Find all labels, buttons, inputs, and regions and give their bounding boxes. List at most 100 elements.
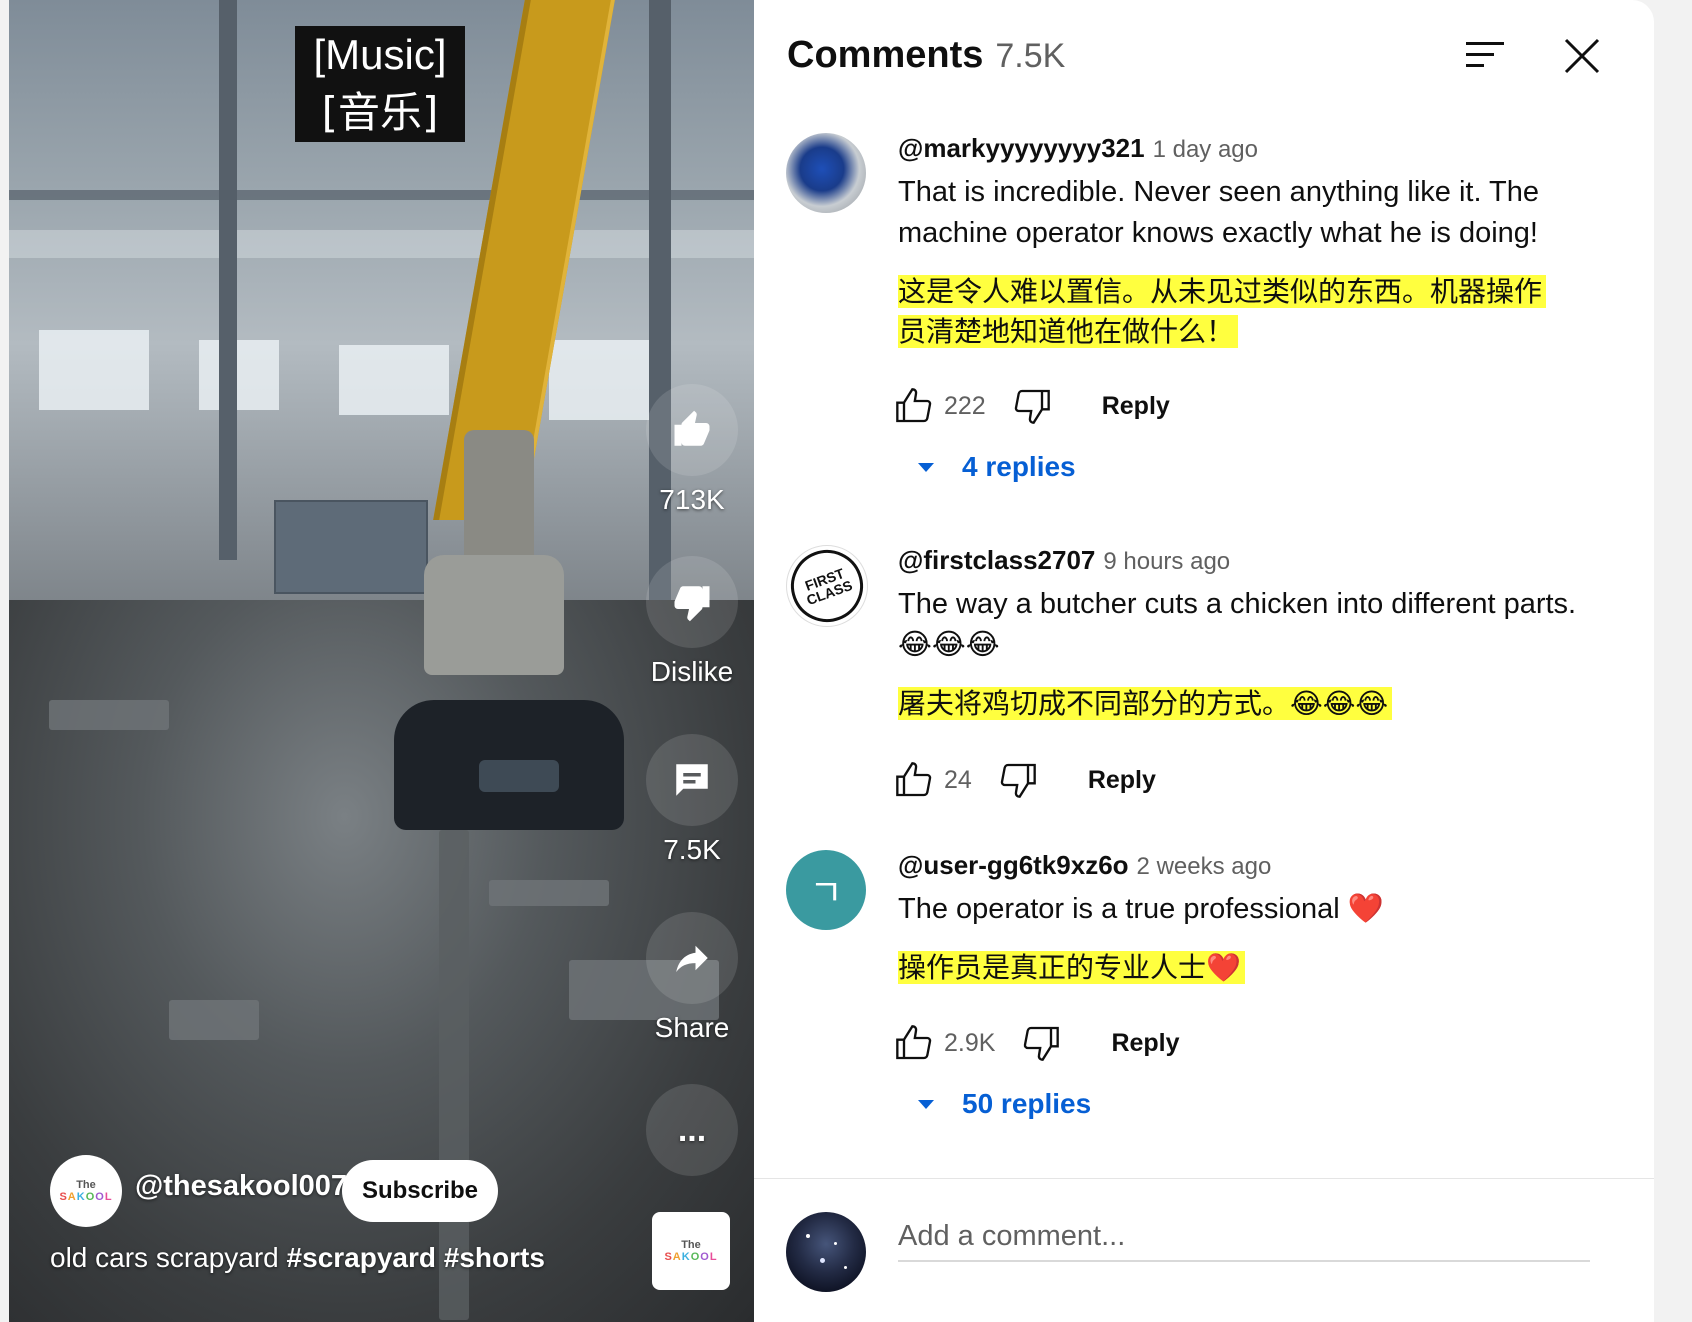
dislike-button[interactable]: Dislike [637,556,747,688]
star [806,1234,810,1238]
comment-text: That is incredible. Never seen anything … [898,176,1540,249]
logo-letter: K [681,1251,691,1263]
logo-letter: L [104,1191,113,1203]
comment-body: @firstclass2707 9 hours ago The way a but… [898,545,1598,724]
video-hashtags[interactable]: #scrapyard #shorts [287,1242,545,1273]
view-replies-button[interactable]: 50 replies [914,1088,1091,1120]
like-count: 222 [944,391,986,420]
comment-meta: @markyyyyyyyy321 1 day ago [898,133,1598,164]
logo-letter: A [672,1251,682,1263]
comment-text: The operator is a true professional ❤️ [898,893,1384,925]
channel-avatar[interactable]: The SAKOOL [50,1155,122,1227]
logo-letter: O [95,1191,105,1203]
first-class-logo: FIRST CLASS [787,546,867,626]
star [834,1242,837,1245]
factory-window [199,340,279,410]
star [820,1258,825,1263]
comment-time[interactable]: 2 weeks ago [1137,853,1272,880]
comment-author[interactable]: @firstclass2707 [898,545,1095,575]
user-avatar[interactable] [786,133,866,213]
user-avatar[interactable]: FIRST CLASS [786,545,868,627]
comment-actions: 222 Reply [894,381,1170,431]
thumbs-up-outline-icon[interactable] [894,386,934,426]
comment-translation: 这是令人难以置信。从未见过类似的东西。机器操作员清楚地知道他在做什么！ [898,275,1547,348]
container [274,500,428,594]
video-caption: [Music] [音乐] [295,26,465,142]
comment-author[interactable]: @user-gg6tk9xz6o [898,850,1129,880]
reply-button[interactable]: Reply [1111,1029,1179,1058]
caption-line: [音乐] [321,88,439,137]
like-button[interactable]: 713K [637,384,747,516]
shorts-video-player[interactable]: [Music] [音乐] 713K Dislike 7.5K Share ...… [9,0,754,1322]
add-comment-input[interactable] [898,1212,1590,1262]
logo-top: The [76,1178,96,1191]
caret-down-icon [918,463,934,472]
steel-column [219,0,237,560]
thumbs-down-icon [674,586,710,622]
comment-icon [676,764,708,796]
thumbs-up-outline-icon[interactable] [894,1023,934,1063]
comment-actions: 2.9K Reply [894,1018,1180,1068]
channel-name[interactable]: @thesakool007 [135,1170,347,1203]
current-user-avatar [786,1212,866,1292]
comment-translation: 屠夫将鸡切成不同部分的方式。😂😂😂 [898,687,1393,720]
comment-time[interactable]: 9 hours ago [1103,548,1230,575]
thumbs-down-outline-icon[interactable] [1012,386,1052,426]
comment-translation-block: 屠夫将鸡切成不同部分的方式。😂😂😂 [898,684,1558,724]
star [844,1266,847,1269]
comments-circle[interactable] [646,734,738,826]
thumbs-up-outline-icon[interactable] [894,760,934,800]
logo-letters: SAKOOL [59,1191,112,1203]
share-icon [676,945,708,972]
debris [49,700,169,730]
comment-translation-block: 操作员是真正的专业人士❤️ [898,948,1558,988]
user-avatar[interactable]: ㄱ [786,850,866,930]
like-circle[interactable] [646,384,738,476]
video-title[interactable]: old cars scrapyard #scrapyard #shorts [50,1242,545,1274]
logo-letter: O [690,1251,701,1263]
avatar-letter: ㄱ [809,873,843,914]
comments-header: Comments 7.5K [787,34,1065,77]
thumbs-up-icon [674,410,710,446]
logo-letter: L [709,1251,718,1263]
caption-line: [Music] [313,31,447,78]
comments-button[interactable]: 7.5K [637,734,747,866]
comment-author[interactable]: @markyyyyyyyy321 [898,133,1145,163]
reply-button[interactable]: Reply [1088,766,1156,795]
excavator-joint [464,430,534,570]
comments-panel: Comments 7.5K @markyyyyyyyy321 1 day ago T… [754,0,1654,1322]
steel-beam [9,190,754,200]
thumbs-down-outline-icon[interactable] [1021,1023,1061,1063]
sort-icon[interactable] [1466,40,1506,70]
logo-letter: S [664,1251,673,1263]
reply-button[interactable]: Reply [1102,392,1170,421]
comment-meta: @user-gg6tk9xz6o 2 weeks ago [898,850,1598,881]
like-count: 713K [659,484,725,515]
comment-count: 7.5K [663,834,721,865]
share-circle[interactable] [646,912,738,1004]
share-button[interactable]: Share [637,912,747,1044]
more-button[interactable]: ... [637,1084,747,1176]
video-title-text: old cars scrapyard [50,1242,287,1273]
replies-label: 50 replies [962,1088,1092,1119]
logo-top: The [681,1238,701,1251]
factory-window [39,330,149,410]
factory-window-strip [9,230,754,258]
comment-body: @user-gg6tk9xz6o 2 weeks ago The operator… [898,850,1598,988]
thumbs-down-outline-icon[interactable] [998,760,1038,800]
logo-letter: O [85,1191,96,1203]
subscribe-button[interactable]: Subscribe [342,1160,498,1222]
comment-time[interactable]: 1 day ago [1153,136,1258,163]
more-icon[interactable]: ... [646,1084,738,1176]
logo-letter: O [700,1251,710,1263]
excavator-claw [424,555,564,675]
sound-thumbnail[interactable]: The SAKOOL [652,1212,730,1290]
view-replies-button[interactable]: 4 replies [914,451,1076,483]
dislike-circle[interactable] [646,556,738,648]
caret-down-icon [918,1100,934,1109]
comment-body: @markyyyyyyyy321 1 day ago That is incred… [898,133,1598,352]
logo-letter: K [76,1191,86,1203]
sakool-logo: The SAKOOL [664,1239,717,1263]
close-icon[interactable] [1562,36,1602,76]
like-count: 2.9K [944,1028,996,1057]
